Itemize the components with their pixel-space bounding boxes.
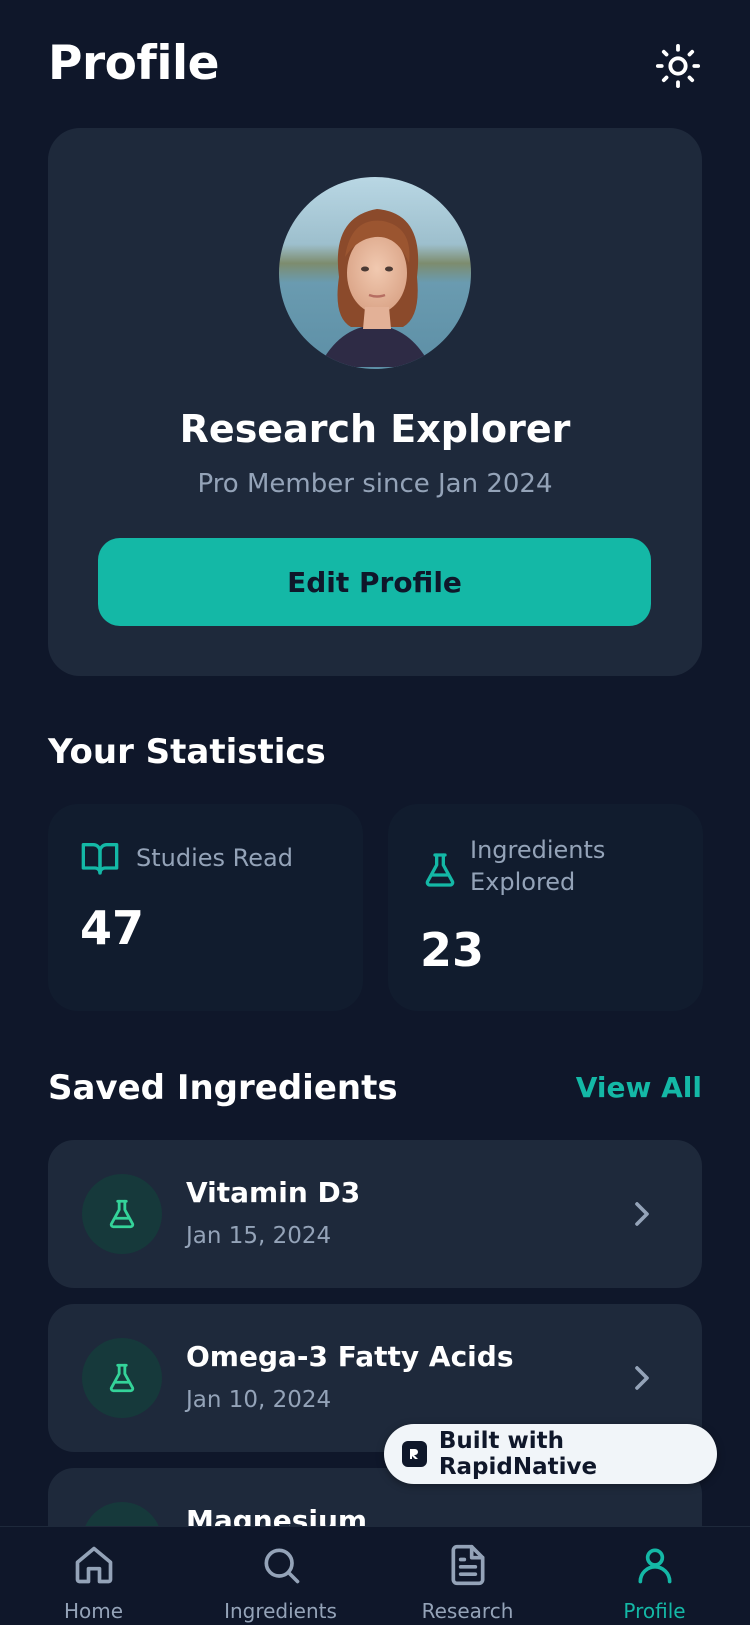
nav-item-research[interactable]: Research — [374, 1527, 561, 1625]
stat-value: 23 — [420, 923, 485, 977]
home-icon — [75, 1546, 113, 1584]
ingredient-date: Jan 15, 2024 — [186, 1223, 332, 1249]
stat-card-studies-read: Studies Read 47 — [48, 804, 363, 1011]
statistics-title: Your Statistics — [48, 732, 326, 772]
nav-item-ingredients[interactable]: Ingredients — [187, 1527, 374, 1625]
nav-item-profile[interactable]: Profile — [561, 1527, 748, 1625]
sun-icon — [655, 43, 701, 89]
profile-card: Research Explorer Pro Member since Jan 2… — [48, 128, 702, 676]
badge-label: Built with RapidNative — [438, 1428, 598, 1480]
nav-label: Research — [421, 1599, 514, 1623]
flask-icon — [109, 1199, 135, 1229]
stat-card-ingredients-explored: Ingredients Explored 23 — [388, 804, 703, 1011]
search-icon — [264, 1548, 300, 1584]
saved-ingredients-title: Saved Ingredients — [48, 1068, 398, 1108]
ingredient-date: Jan 10, 2024 — [186, 1387, 332, 1413]
flask-icon — [109, 1363, 135, 1393]
nav-label: Home — [63, 1599, 124, 1623]
stat-value: 47 — [80, 901, 145, 955]
document-icon — [451, 1544, 485, 1586]
bottom-navigation: Home Ingredients Research Profile — [0, 1526, 750, 1625]
user-icon — [638, 1548, 672, 1584]
membership-subtitle: Pro Member since Jan 2024 — [197, 469, 553, 499]
view-all-link[interactable]: View All — [576, 1068, 702, 1108]
nav-label: Profile — [623, 1599, 686, 1623]
stat-label-line1: Ingredients — [470, 836, 606, 864]
ingredient-name: Vitamin D3 — [186, 1176, 361, 1209]
profile-name: Research Explorer — [179, 407, 571, 451]
built-with-badge[interactable]: Built with RapidNative — [384, 1424, 717, 1484]
saved-ingredient-item[interactable]: Vitamin D3 Jan 15, 2024 — [48, 1140, 702, 1288]
page-title: Profile — [48, 36, 219, 91]
nav-item-home[interactable]: Home — [0, 1527, 187, 1625]
flask-icon — [425, 853, 455, 887]
stat-label-line2: Explored — [470, 868, 576, 896]
ingredient-icon-badge — [82, 1174, 162, 1254]
nav-label: Ingredients — [224, 1599, 337, 1623]
book-open-icon — [81, 843, 119, 875]
rapidnative-logo-icon — [402, 1441, 427, 1467]
stat-label: Studies Read — [136, 844, 293, 872]
header: Profile — [48, 34, 702, 94]
edit-profile-button[interactable]: Edit Profile — [98, 538, 651, 626]
chevron-right-icon — [635, 1366, 649, 1390]
chevron-right-icon — [635, 1202, 649, 1226]
avatar[interactable] — [279, 177, 471, 369]
ingredient-icon-badge — [82, 1338, 162, 1418]
theme-toggle-button[interactable] — [654, 42, 702, 90]
ingredient-name: Omega-3 Fatty Acids — [186, 1340, 514, 1373]
